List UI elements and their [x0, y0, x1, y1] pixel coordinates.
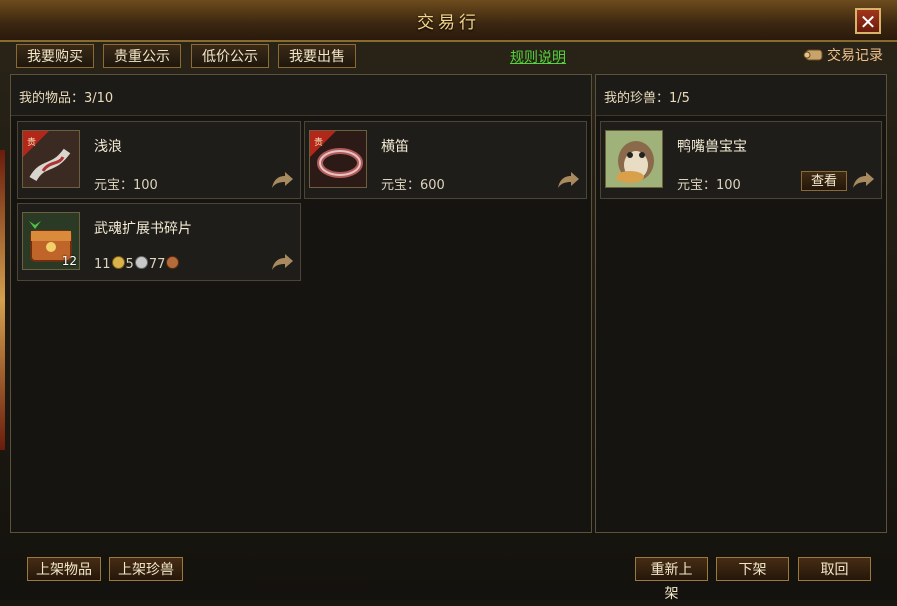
platypus-pet-icon	[605, 130, 663, 188]
stack-count: 12	[61, 254, 77, 268]
silver-amount: 5	[125, 257, 134, 272]
my-items-header: 我的物品：3/10	[11, 75, 591, 116]
share-arrow-icon[interactable]	[851, 170, 875, 190]
item-price: 元宝：600	[381, 174, 445, 193]
item-slot[interactable]: 贵 浅浪 元宝：100	[17, 121, 301, 199]
item-price: 元宝：100	[94, 174, 158, 193]
relist-button[interactable]: 重新上架	[635, 557, 708, 602]
rules-link[interactable]: 规则说明	[510, 47, 566, 67]
tab-buy[interactable]: 我要购买	[16, 44, 94, 68]
view-pet-button[interactable]: 查看	[801, 171, 847, 191]
my-items-count: 我的物品：3/10	[19, 91, 114, 106]
window-title: 交易行	[417, 13, 480, 33]
price-value: 100	[133, 178, 158, 193]
price-label: 元宝：	[677, 178, 717, 193]
item-price-coins: 11 5 77	[94, 256, 180, 272]
share-arrow-icon[interactable]	[270, 170, 294, 190]
delist-button[interactable]: 下架	[716, 557, 789, 581]
retrieve-button[interactable]: 取回	[798, 557, 871, 581]
silver-coin-icon	[134, 256, 148, 269]
pet-slot[interactable]: 鸭嘴兽宝宝 元宝：100 查看	[600, 121, 882, 199]
share-arrow-icon[interactable]	[556, 170, 580, 190]
trade-record-label: 交易记录	[827, 48, 883, 64]
my-pets-panel: 我的珍兽：1/5 鸭嘴兽宝宝 元宝：100 查看	[595, 74, 887, 533]
svg-text:贵: 贵	[314, 136, 323, 148]
treasure-chest-icon: 12	[22, 212, 80, 270]
my-pets-header: 我的珍兽：1/5	[596, 75, 886, 116]
my-pets-count: 我的珍兽：1/5	[604, 91, 690, 106]
close-icon: ✕	[859, 10, 877, 34]
pet-name: 鸭嘴兽宝宝	[677, 139, 747, 155]
copper-coin-icon	[166, 256, 180, 269]
trade-record-button[interactable]: 交易记录	[803, 45, 883, 65]
side-decoration	[0, 150, 5, 450]
gold-amount: 11	[94, 257, 111, 272]
price-label: 元宝：	[94, 178, 134, 193]
item-name: 横笛	[381, 139, 409, 155]
scroll-icon	[803, 49, 823, 61]
tab-sell[interactable]: 我要出售	[278, 44, 356, 68]
item-slot[interactable]: 贵 横笛 元宝：600	[304, 121, 587, 199]
gold-coin-icon	[111, 256, 125, 269]
list-pet-button[interactable]: 上架珍兽	[109, 557, 183, 581]
pet-price: 元宝：100	[677, 174, 741, 193]
svg-text:贵: 贵	[27, 136, 36, 148]
price-value: 100	[716, 178, 741, 193]
trade-window: 交易行 ✕ 我要购买 贵重公示 低价公示 我要出售 规则说明 交易记录 我的物品…	[0, 0, 897, 602]
share-arrow-icon[interactable]	[270, 252, 294, 272]
item-name: 武魂扩展书碎片	[94, 221, 192, 237]
price-value: 600	[420, 178, 445, 193]
title-bar: 交易行 ✕	[0, 0, 897, 42]
copper-amount: 77	[148, 257, 166, 272]
list-item-button[interactable]: 上架物品	[27, 557, 101, 581]
tab-lowprice-notice[interactable]: 低价公示	[191, 44, 269, 68]
tab-valuable-notice[interactable]: 贵重公示	[103, 44, 181, 68]
close-button[interactable]: ✕	[855, 8, 881, 34]
item-name: 浅浪	[94, 139, 122, 155]
item-slot[interactable]: 12 武魂扩展书碎片 11 5 77	[17, 203, 301, 281]
price-label: 元宝：	[381, 178, 421, 193]
bracelet-icon: 贵	[309, 130, 367, 188]
my-items-panel: 我的物品：3/10 贵 浅浪 元宝：100 贵 横笛 元宝：600 12 武魂扩…	[10, 74, 592, 533]
jade-pendant-icon: 贵	[22, 130, 80, 188]
